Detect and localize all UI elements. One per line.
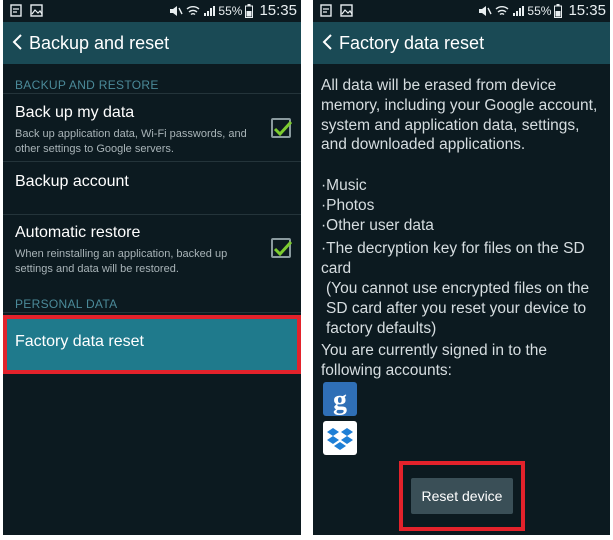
status-bar: 55% 15:35: [3, 0, 301, 22]
notification-icon: [10, 4, 22, 17]
google-icon: g: [333, 385, 347, 416]
setting-backup-account[interactable]: Backup account: [3, 162, 301, 214]
battery-icon: [554, 3, 563, 18]
setting-description: When reinstalling an application, backed…: [15, 248, 228, 275]
page-title: Factory data reset: [339, 33, 485, 53]
image-icon: [30, 4, 43, 17]
bullet-item: ·The decryption key for files on the SD …: [321, 240, 585, 277]
setting-description: Back up application data, Wi-Fi password…: [15, 128, 247, 155]
mute-icon: [170, 5, 184, 16]
back-chevron-icon[interactable]: [11, 32, 25, 52]
image-icon: [340, 4, 353, 17]
section-header-backup: BACKUP AND RESTORE: [15, 78, 159, 92]
checkmark-icon: [273, 120, 293, 137]
factory-reset-screen: 55% 15:35 Factory data reset All data wi…: [313, 0, 610, 535]
section-header-personal: PERSONAL DATA: [15, 297, 118, 311]
checkbox-automatic-restore[interactable]: [271, 238, 293, 258]
highlight-box: [399, 461, 525, 531]
encryption-note: (You cannot use encrypted files on the S…: [326, 280, 590, 337]
backup-reset-screen: 55% 15:35 Backup and reset BACKUP AND RE…: [3, 0, 301, 535]
wifi-icon: [186, 5, 200, 15]
battery-icon: [245, 3, 254, 18]
signal-icon: [513, 5, 525, 16]
setting-label: Automatic restore: [15, 224, 141, 241]
bullet-item: ·Other user data: [321, 217, 434, 234]
svg-text:g: g: [333, 385, 347, 416]
mute-icon: [479, 5, 493, 16]
google-account-icon: g: [323, 382, 357, 416]
signal-icon: [204, 5, 216, 16]
setting-label: Back up my data: [15, 104, 135, 121]
divider: [3, 312, 301, 313]
bullet-item: ·Music: [321, 177, 367, 194]
checkmark-icon: [273, 240, 293, 257]
action-bar: Backup and reset: [3, 22, 301, 64]
page-title: Backup and reset: [29, 33, 170, 53]
dropbox-icon: [327, 428, 353, 450]
erase-warning-text: All data will be erased from device memo…: [321, 77, 598, 154]
status-bar: 55% 15:35: [313, 0, 610, 22]
divider: [3, 93, 301, 94]
notification-icon: [320, 4, 332, 17]
bullet-item: ·Photos: [321, 197, 375, 214]
clock: 15:35: [259, 2, 297, 19]
accounts-text: You are currently signed in to the follo…: [321, 342, 548, 379]
battery-percent: 55%: [527, 3, 552, 18]
dropbox-account-icon: [323, 421, 357, 455]
setting-label: Backup account: [15, 173, 129, 190]
battery-percent: 55%: [218, 3, 243, 18]
wifi-icon: [495, 5, 509, 15]
checkbox-back-up[interactable]: [271, 118, 293, 138]
clock: 15:35: [568, 2, 606, 19]
back-chevron-icon[interactable]: [321, 32, 335, 52]
action-bar: Factory data reset: [313, 22, 610, 64]
setting-back-up-my-data[interactable]: Back up my data Back up application data…: [3, 96, 301, 160]
setting-automatic-restore[interactable]: Automatic restore When reinstalling an a…: [3, 216, 301, 280]
highlight-box: [3, 315, 301, 374]
divider: [3, 214, 301, 215]
